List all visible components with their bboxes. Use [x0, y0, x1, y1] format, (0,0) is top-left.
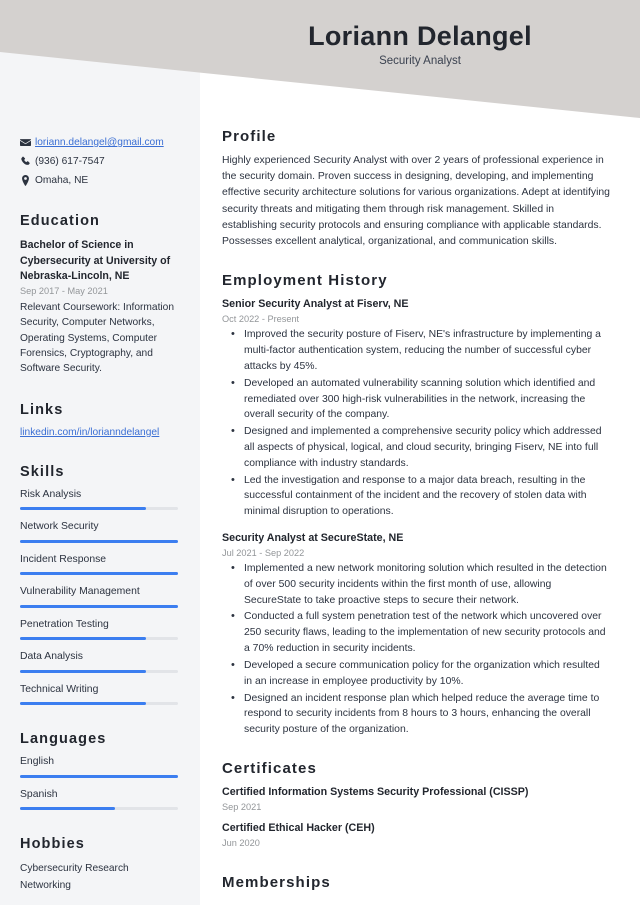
- skill-bar-track: [20, 669, 178, 673]
- employment-title: Senior Security Analyst at Fiserv, NE: [222, 298, 409, 311]
- language-label: Spanish: [20, 788, 58, 800]
- certificate-entry: Certified Information Systems Security P…: [222, 785, 610, 812]
- location-value: Omaha, NE: [35, 174, 89, 186]
- phone-value: (936) 617-7547: [35, 155, 105, 167]
- link-linkedin[interactable]: linkedin.com/in/lorianndelangel: [20, 427, 178, 438]
- memberships-heading: Memberships: [222, 873, 331, 891]
- skill-label: Vulnerability Management: [20, 586, 140, 598]
- certificate-date: Sep 2021: [222, 801, 262, 812]
- employment-bullet: Conducted a full system penetration test…: [231, 608, 610, 656]
- skills-heading: Skills: [20, 463, 65, 480]
- contact-row-email: loriann.delangel@gmail.com: [20, 136, 178, 150]
- skill-label: Technical Writing: [20, 683, 99, 695]
- language-label: English: [20, 756, 55, 768]
- languages-heading: Languages: [20, 731, 107, 748]
- skill-item: Vulnerability Management: [20, 586, 178, 608]
- hobbies-heading: Hobbies: [20, 836, 85, 853]
- hobby-item: Networking: [20, 879, 71, 891]
- sidebar-content: loriann.delangel@gmail.com (936) 617-754…: [0, 0, 200, 894]
- resume-document: Loriann Delangel Security Analyst lorian…: [0, 0, 640, 905]
- employment-bullet-list: Implemented a new network monitoring sol…: [222, 560, 610, 738]
- skill-label: Penetration Testing: [20, 618, 109, 630]
- education-date: Sep 2017 - May 2021: [20, 286, 108, 297]
- employment-bullet: Led the investigation and response to a …: [231, 472, 610, 520]
- education-degree: Bachelor of Science in Cybersecurity at …: [20, 239, 171, 283]
- employment-bullet-list: Improved the security posture of Fiserv,…: [222, 326, 610, 520]
- employment-date: Jul 2021 - Sep 2022: [222, 548, 305, 559]
- language-bar-track: [20, 774, 178, 778]
- skill-bar-track: [20, 507, 178, 511]
- contact-row-location: Omaha, NE: [20, 174, 178, 188]
- skills-list: Risk Analysis Network Security Incident Re…: [20, 488, 178, 706]
- certificate-name: Certified Ethical Hacker (CEH): [222, 821, 375, 834]
- certificates-list: Certified Information Systems Security P…: [222, 785, 610, 848]
- skill-item: Technical Writing: [20, 683, 178, 706]
- employment-entry: Security Analyst at SecureState, NE Jul 2…: [222, 531, 610, 738]
- employment-entry: Senior Security Analyst at Fiserv, NE Oct…: [222, 297, 610, 520]
- contact-block: loriann.delangel@gmail.com (936) 617-754…: [20, 136, 178, 187]
- employment-bullet: Designed and implemented a comprehensive…: [231, 423, 610, 471]
- skill-bar-track: [20, 702, 178, 706]
- education-entry: Bachelor of Science in Cybersecurity at …: [20, 238, 178, 376]
- employment-bullet: Developed an automated vulnerability sca…: [231, 375, 610, 423]
- employment-bullet: Implemented a new network monitoring sol…: [231, 560, 610, 608]
- employment-title: Security Analyst at SecureState, NE: [222, 532, 404, 545]
- skill-bar-track: [20, 572, 178, 576]
- location-pin-icon: [20, 174, 35, 186]
- hobby-item: Cybersecurity Research: [20, 863, 129, 875]
- certificates-heading: Certificates: [222, 759, 317, 777]
- employment-bullet: Developed a secure communication policy …: [231, 657, 610, 690]
- skill-label: Incident Response: [20, 553, 107, 565]
- hobbies-list: Cybersecurity Research Networking: [20, 861, 178, 894]
- skill-item: Data Analysis: [20, 651, 178, 673]
- employment-list: Senior Security Analyst at Fiserv, NE Oct…: [222, 297, 610, 738]
- skill-bar-fill: [20, 572, 178, 576]
- phone-icon: [20, 155, 35, 167]
- skill-bar-fill: [20, 637, 147, 641]
- skill-bar-track: [20, 637, 178, 641]
- skill-item: Network Security: [20, 521, 178, 543]
- employment-heading: Employment History: [222, 272, 388, 290]
- skill-label: Risk Analysis: [20, 488, 82, 500]
- skill-item: Penetration Testing: [20, 618, 178, 641]
- profile-text: Highly experienced Security Analyst with…: [222, 155, 610, 248]
- skill-bar-track: [20, 604, 178, 608]
- employment-bullet: Improved the security posture of Fiserv,…: [231, 326, 610, 374]
- education-heading: Education: [20, 213, 100, 230]
- contact-row-phone: (936) 617-7547: [20, 155, 178, 169]
- language-bar-fill: [20, 807, 115, 811]
- skill-label: Data Analysis: [20, 651, 83, 663]
- main-content: Profile Highly experienced Security Anal…: [200, 0, 640, 899]
- email-value[interactable]: loriann.delangel@gmail.com: [35, 136, 164, 150]
- skill-item: Risk Analysis: [20, 488, 178, 511]
- skill-bar-track: [20, 539, 178, 543]
- languages-list: English Spanish: [20, 756, 178, 811]
- employment-bullet: Designed an incident response plan which…: [231, 690, 610, 738]
- skill-bar-fill: [20, 604, 178, 608]
- employment-date: Oct 2022 - Present: [222, 314, 300, 325]
- skill-label: Network Security: [20, 521, 99, 533]
- certificate-name: Certified Information Systems Security P…: [222, 785, 529, 798]
- language-item: Spanish: [20, 788, 178, 811]
- links-heading: Links: [20, 401, 64, 418]
- certificate-entry: Certified Ethical Hacker (CEH) Jun 2020: [222, 821, 610, 848]
- skill-bar-fill: [20, 507, 147, 511]
- envelope-icon: [20, 136, 35, 148]
- skill-bar-fill: [20, 702, 147, 706]
- skill-bar-fill: [20, 539, 178, 543]
- language-item: English: [20, 756, 178, 778]
- education-description: Relevant Coursework: Information Securit…: [20, 302, 175, 374]
- skill-bar-fill: [20, 669, 147, 673]
- skill-item: Incident Response: [20, 553, 178, 576]
- language-bar-fill: [20, 774, 178, 778]
- profile-heading: Profile: [222, 128, 277, 145]
- language-bar-track: [20, 807, 178, 811]
- certificate-date: Jun 2020: [222, 837, 260, 848]
